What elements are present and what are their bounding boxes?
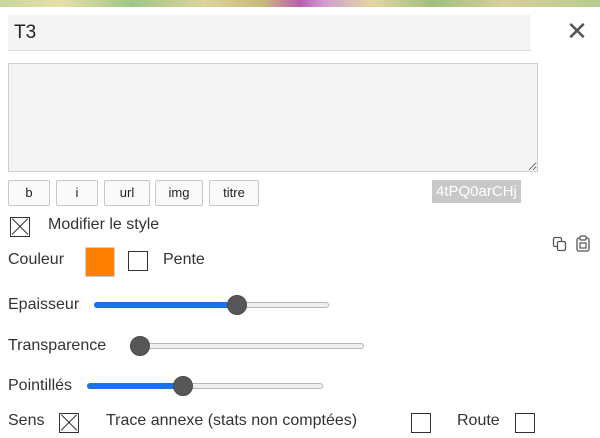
slider-fill — [87, 383, 184, 389]
map-background-strip — [0, 0, 600, 7]
annex-trace-checkbox[interactable] — [411, 413, 431, 433]
direction-checkbox[interactable] — [59, 413, 79, 433]
dashes-slider[interactable] — [87, 376, 323, 396]
title-input[interactable] — [8, 15, 531, 51]
trace-id-badge: 4tPQ0arCHj — [432, 180, 521, 203]
close-icon[interactable]: ✕ — [566, 18, 588, 44]
slider-track — [130, 343, 364, 349]
road-label: Route — [457, 412, 500, 429]
slider-thumb[interactable] — [130, 336, 150, 356]
image-button[interactable]: img — [155, 180, 203, 206]
copy-icon[interactable] — [552, 236, 568, 252]
thickness-label: Epaisseur — [8, 296, 80, 313]
paste-icon[interactable] — [575, 235, 591, 252]
slope-label: Pente — [163, 251, 205, 268]
modify-style-label: Modifier le style — [48, 216, 160, 233]
slope-checkbox[interactable] — [128, 251, 148, 271]
title-format-button[interactable]: titre — [209, 180, 259, 206]
road-checkbox[interactable] — [515, 413, 535, 433]
modify-style-checkbox[interactable] — [10, 217, 30, 237]
description-textarea[interactable] — [8, 63, 538, 172]
thickness-slider[interactable] — [94, 295, 329, 315]
color-label: Couleur — [8, 251, 65, 268]
transparency-label: Transparence — [8, 337, 107, 354]
slider-fill — [94, 302, 238, 308]
transparency-slider[interactable] — [130, 336, 364, 356]
bold-button[interactable]: b — [8, 180, 50, 206]
color-swatch[interactable] — [85, 247, 115, 277]
italic-button[interactable]: i — [56, 180, 98, 206]
slider-thumb[interactable] — [227, 295, 248, 315]
direction-label: Sens — [8, 412, 45, 429]
slider-thumb[interactable] — [173, 376, 194, 396]
dashes-label: Pointillés — [8, 377, 73, 394]
annex-trace-label: Trace annexe (stats non comptées) — [106, 412, 358, 429]
url-button[interactable]: url — [104, 180, 150, 206]
